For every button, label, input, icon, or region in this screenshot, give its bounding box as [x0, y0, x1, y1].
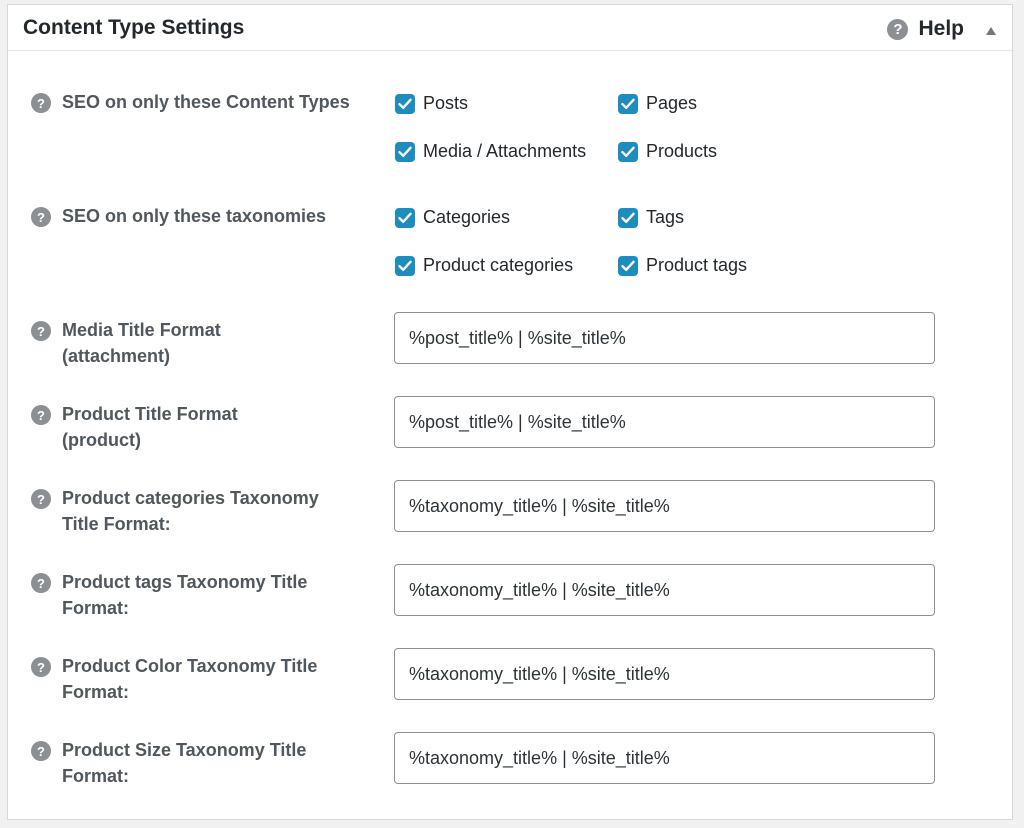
help-label: Help — [918, 17, 964, 40]
checkbox-pages[interactable]: Pages — [618, 93, 697, 114]
label-line: Media Title Format — [62, 320, 221, 340]
checkmark-icon[interactable] — [395, 93, 415, 114]
panel-header: Content Type Settings ? Help — [8, 5, 1012, 51]
product-size-taxonomy-title-format-label: Product Size Taxonomy Title Format: — [62, 737, 362, 789]
checkmark-icon[interactable] — [395, 141, 415, 162]
question-circle-icon[interactable]: ? — [31, 405, 51, 425]
checkbox-tags[interactable]: Tags — [618, 207, 684, 228]
label-line: Product Color Taxonomy Title — [62, 656, 318, 676]
media-title-format-label: Media Title Format (attachment) — [62, 317, 362, 369]
question-circle-icon[interactable]: ? — [31, 489, 51, 509]
product-tags-taxonomy-title-format-input[interactable] — [394, 564, 935, 616]
question-circle-icon[interactable]: ? — [31, 321, 51, 341]
product-title-format-input[interactable] — [394, 396, 935, 448]
checkbox-label: Product tags — [646, 255, 748, 275]
product-title-format-label: Product Title Format (product) — [62, 401, 362, 453]
label-line: Product tags Taxonomy Title — [62, 572, 308, 592]
label-line: (product) — [62, 430, 141, 450]
label-line: Format: — [62, 766, 129, 786]
content-types-label: SEO on only these Content Types — [62, 92, 350, 112]
checkmark-icon[interactable] — [395, 207, 415, 228]
help-toggle[interactable]: ? Help — [887, 15, 996, 43]
checkmark-icon[interactable] — [618, 255, 638, 276]
taxonomies-label: SEO on only these taxonomies — [62, 206, 327, 226]
checkmark-icon[interactable] — [618, 93, 638, 114]
product-categories-taxonomy-title-format-label: Product categories Taxonomy Title Format… — [62, 485, 362, 537]
checkbox-label: Products — [646, 141, 718, 161]
product-color-taxonomy-title-format-label: Product Color Taxonomy Title Format: — [62, 653, 362, 705]
label-line: Product categories Taxonomy — [62, 488, 319, 508]
checkbox-label: Categories — [423, 207, 511, 227]
triangle-up-icon[interactable] — [986, 27, 996, 35]
checkbox-label: Posts — [423, 93, 469, 113]
label-line: (attachment) — [62, 346, 171, 366]
product-color-taxonomy-title-format-input[interactable] — [394, 648, 935, 700]
checkbox-label: Product categories — [423, 255, 574, 275]
product-size-taxonomy-title-format-input[interactable] — [394, 732, 935, 784]
checkbox-product-tags[interactable]: Product tags — [618, 255, 747, 276]
checkbox-posts[interactable]: Posts — [395, 93, 468, 114]
checkbox-categories[interactable]: Categories — [395, 207, 510, 228]
question-circle-icon[interactable]: ? — [31, 93, 51, 113]
checkbox-label: Media / Attachments — [423, 141, 587, 161]
question-circle-icon[interactable]: ? — [31, 657, 51, 677]
label-line: Format: — [62, 682, 129, 702]
question-circle-icon[interactable]: ? — [31, 573, 51, 593]
label-line: Product Size Taxonomy Title — [62, 740, 307, 760]
label-line: Title Format: — [62, 514, 171, 534]
checkbox-label: Tags — [646, 207, 685, 227]
checkbox-product-categories[interactable]: Product categories — [395, 255, 573, 276]
label-line: Format: — [62, 598, 129, 618]
checkmark-icon[interactable] — [618, 141, 638, 162]
checkbox-label: Pages — [646, 93, 698, 113]
checkmark-icon[interactable] — [395, 255, 415, 276]
product-categories-taxonomy-title-format-input[interactable] — [394, 480, 935, 532]
checkbox-products[interactable]: Products — [618, 141, 717, 162]
panel-title: Content Type Settings — [23, 16, 245, 39]
product-tags-taxonomy-title-format-label: Product tags Taxonomy Title Format: — [62, 569, 362, 621]
label-line: Product Title Format — [62, 404, 238, 424]
media-title-format-input[interactable] — [394, 312, 935, 364]
question-circle-icon: ? — [887, 18, 909, 40]
checkbox-media-attachments[interactable]: Media / Attachments — [395, 141, 586, 162]
question-circle-icon[interactable]: ? — [31, 741, 51, 761]
content-type-settings-panel: Content Type Settings ? Help ? SEO on on… — [7, 4, 1013, 820]
question-circle-icon[interactable]: ? — [31, 207, 51, 227]
checkmark-icon[interactable] — [618, 207, 638, 228]
